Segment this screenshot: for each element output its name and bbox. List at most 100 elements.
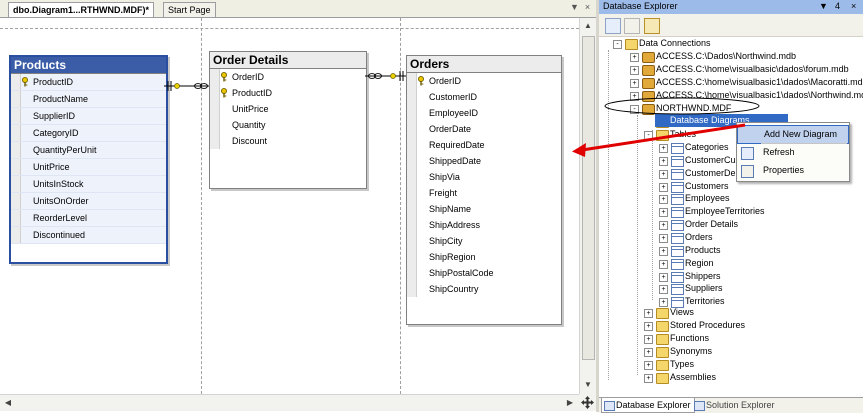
row-selector[interactable] — [407, 233, 417, 249]
tree-node-table[interactable]: Order Details — [685, 218, 738, 231]
expand-icon[interactable]: + — [644, 348, 653, 357]
column-row[interactable]: OrderID — [407, 73, 561, 89]
row-selector[interactable] — [407, 153, 417, 169]
row-selector[interactable] — [407, 105, 417, 121]
tree-node-folder[interactable]: Stored Procedures — [670, 319, 745, 332]
tree-node-table[interactable]: Region — [685, 257, 714, 270]
canvas-vertical-scrollbar[interactable]: ▲ ▼ — [579, 18, 596, 394]
row-selector[interactable] — [407, 249, 417, 265]
column-row[interactable]: ShipName — [407, 201, 561, 217]
column-row[interactable]: EmployeeID — [407, 105, 561, 121]
row-selector[interactable] — [407, 217, 417, 233]
row-selector[interactable] — [11, 227, 21, 243]
tab-start-page[interactable]: Start Page — [163, 2, 216, 17]
tree-node-table[interactable]: Customers — [685, 180, 729, 193]
panel-pin-icon[interactable]: 4 — [835, 1, 840, 11]
column-row[interactable]: UnitsInStock — [11, 176, 166, 193]
column-row[interactable]: Discount — [210, 133, 366, 149]
column-row[interactable]: ShipCountry — [407, 281, 561, 297]
row-selector[interactable] — [407, 201, 417, 217]
row-selector[interactable] — [11, 108, 21, 124]
tree-node-folder[interactable]: Views — [670, 306, 694, 319]
expand-icon[interactable]: + — [644, 322, 653, 331]
expand-icon[interactable]: + — [630, 79, 639, 88]
stop-icon[interactable] — [624, 18, 640, 34]
column-row[interactable]: RequiredDate — [407, 137, 561, 153]
expand-icon[interactable]: + — [659, 182, 668, 192]
column-row[interactable]: SupplierID — [11, 108, 166, 125]
column-row[interactable]: CategoryID — [11, 125, 166, 142]
expand-icon[interactable]: + — [659, 195, 668, 205]
tree-node-table[interactable]: Orders — [685, 231, 713, 244]
collapse-icon[interactable]: - — [644, 131, 653, 140]
scrollbar-thumb[interactable] — [582, 36, 595, 360]
expand-icon[interactable]: + — [630, 92, 639, 101]
collapse-icon[interactable]: - — [630, 105, 639, 114]
column-row[interactable]: OrderID — [210, 69, 366, 85]
expand-icon[interactable]: + — [659, 208, 668, 218]
tree-node-folder[interactable]: Synonyms — [670, 345, 712, 358]
column-row[interactable]: Freight — [407, 185, 561, 201]
column-row[interactable]: CustomerID — [407, 89, 561, 105]
expand-icon[interactable]: + — [659, 169, 668, 179]
column-row[interactable]: ShipRegion — [407, 249, 561, 265]
tree-node-connection[interactable]: ACCESS.C:\home\visualbasic\dados\forum.m… — [656, 63, 849, 76]
collapse-icon[interactable]: - — [613, 40, 622, 49]
table-orders[interactable]: Orders OrderID CustomerID EmployeeID OrderD… — [406, 55, 562, 325]
row-selector[interactable] — [11, 125, 21, 141]
expand-icon[interactable]: + — [659, 221, 668, 231]
expand-icon[interactable]: + — [630, 66, 639, 75]
diagram-canvas[interactable]: Products ProductID ProductName SupplierID C… — [0, 18, 579, 394]
column-row[interactable]: ReorderLevel — [11, 210, 166, 227]
tree-node-table[interactable]: Products — [685, 244, 721, 257]
scroll-left-icon[interactable]: ◀ — [1, 396, 15, 410]
column-row[interactable]: ShippedDate — [407, 153, 561, 169]
expand-icon[interactable]: + — [659, 298, 668, 308]
expand-icon[interactable]: + — [659, 259, 668, 269]
expand-icon[interactable]: + — [659, 246, 668, 256]
tab-database-explorer[interactable]: Database Explorer — [601, 398, 695, 413]
row-selector[interactable] — [11, 210, 21, 226]
table-title[interactable]: Products — [11, 57, 166, 74]
column-row[interactable]: ShipVia — [407, 169, 561, 185]
column-row[interactable]: UnitPrice — [11, 159, 166, 176]
canvas-horizontal-scrollbar[interactable]: ◀ ▶ — [0, 394, 579, 411]
column-row[interactable]: ProductName — [11, 91, 166, 108]
tab-diagram1[interactable]: dbo.Diagram1...RTHWND.MDF)* — [8, 2, 154, 17]
tree-node-table[interactable]: Employees — [685, 192, 730, 205]
tab-dropdown-icon[interactable]: ▼ — [569, 2, 580, 13]
expand-icon[interactable]: + — [659, 272, 668, 282]
tree-node-table[interactable]: Shippers — [685, 270, 721, 283]
scroll-up-icon[interactable]: ▲ — [581, 19, 595, 33]
tree-node-table[interactable]: Categories — [685, 141, 729, 154]
column-row[interactable]: ShipCity — [407, 233, 561, 249]
column-row[interactable]: UnitsOnOrder — [11, 193, 166, 210]
row-selector[interactable] — [407, 137, 417, 153]
row-selector[interactable] — [407, 89, 417, 105]
expand-icon[interactable]: + — [659, 144, 668, 153]
tree-node-table[interactable]: EmployeeTerritories — [685, 205, 765, 218]
tree-node-tables[interactable]: Tables — [670, 128, 696, 141]
table-products[interactable]: Products ProductID ProductName SupplierID C… — [9, 55, 168, 264]
tree-node-folder[interactable]: Functions — [670, 332, 709, 345]
row-selector[interactable] — [407, 169, 417, 185]
column-row[interactable]: ShipAddress — [407, 217, 561, 233]
row-selector[interactable] — [210, 69, 220, 85]
refresh-icon[interactable] — [605, 18, 621, 34]
column-row[interactable]: Discontinued — [11, 227, 166, 244]
connect-to-database-icon[interactable] — [644, 18, 660, 34]
column-row[interactable]: OrderDate — [407, 121, 561, 137]
tree-node-folder[interactable]: Assemblies — [670, 371, 716, 384]
row-selector[interactable] — [210, 101, 220, 117]
row-selector[interactable] — [11, 91, 21, 107]
row-selector[interactable] — [11, 176, 21, 192]
tab-solution-explorer[interactable]: Solution Explorer — [692, 398, 775, 412]
tree-node-table[interactable]: CustomerCus — [685, 154, 740, 167]
tree-node-data-connections[interactable]: Data Connections — [639, 37, 711, 50]
row-selector[interactable] — [407, 73, 417, 89]
row-selector[interactable] — [407, 121, 417, 137]
expand-icon[interactable]: + — [644, 374, 653, 383]
table-title[interactable]: Order Details — [210, 52, 366, 69]
table-title[interactable]: Orders — [407, 56, 561, 73]
column-row[interactable]: ProductID — [11, 74, 166, 91]
